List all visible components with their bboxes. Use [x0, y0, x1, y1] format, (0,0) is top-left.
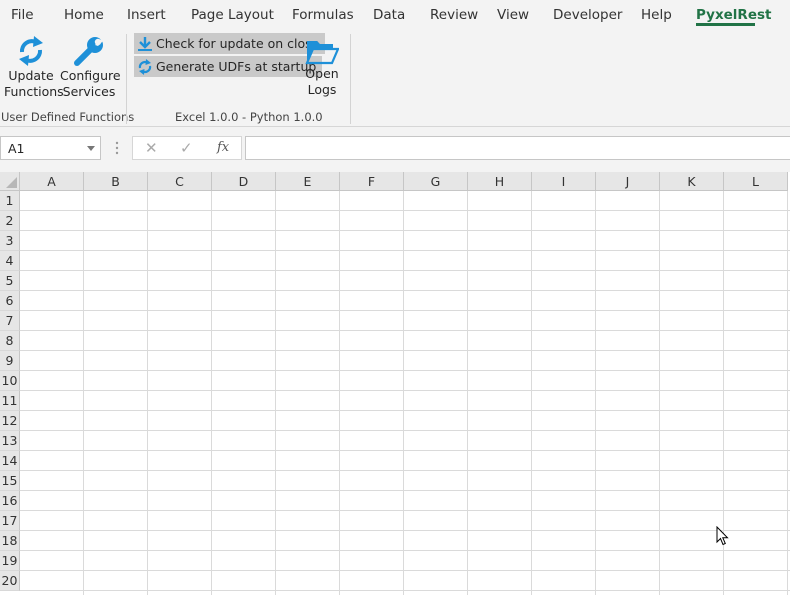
column-header-e[interactable]: E [276, 172, 340, 191]
drag-handle-icon[interactable] [115, 140, 119, 156]
name-box-value: A1 [8, 141, 25, 156]
open-logs-label-2: Logs [307, 82, 337, 97]
column-header-k[interactable]: K [660, 172, 724, 191]
generate-udfs-label: Generate UDFs at startup [156, 59, 317, 74]
row-header[interactable]: 16 [0, 491, 20, 511]
check-update-on-close-button[interactable]: Check for update on close [134, 33, 326, 54]
formula-bar: A1 ✕ ✓ fx [0, 127, 790, 172]
tab-page-layout[interactable]: Page Layout [191, 7, 274, 23]
folder-open-icon [305, 41, 339, 65]
cell-area[interactable] [20, 191, 790, 595]
chevron-down-icon[interactable] [87, 146, 95, 151]
column-header-l[interactable]: L [724, 172, 788, 191]
row-header[interactable]: 5 [0, 271, 20, 291]
row-header[interactable]: 7 [0, 311, 20, 331]
column-header-h[interactable]: H [468, 172, 532, 191]
select-all-corner[interactable] [0, 172, 20, 191]
row-header[interactable]: 19 [0, 551, 20, 571]
download-arrow-icon [138, 36, 152, 51]
open-logs-button[interactable]: Open Logs [302, 36, 342, 98]
tab-formulas[interactable]: Formulas [292, 7, 354, 23]
group-separator [350, 34, 351, 124]
group-label-udf: User Defined Functions [1, 110, 135, 124]
column-header-j[interactable]: J [596, 172, 660, 191]
tab-view[interactable]: View [497, 7, 529, 23]
tab-developer[interactable]: Developer [553, 7, 622, 23]
row-header[interactable]: 13 [0, 431, 20, 451]
row-header[interactable]: 12 [0, 411, 20, 431]
column-header-d[interactable]: D [212, 172, 276, 191]
column-header-c[interactable]: C [148, 172, 212, 191]
column-header-g[interactable]: G [404, 172, 468, 191]
ribbon: Update Functions Configure Services User… [0, 30, 790, 127]
column-header-b[interactable]: B [84, 172, 148, 191]
tab-home[interactable]: Home [64, 7, 104, 23]
update-functions-button[interactable]: Update Functions [4, 34, 64, 100]
column-header-i[interactable]: I [532, 172, 596, 191]
row-header[interactable]: 9 [0, 351, 20, 371]
generate-udfs-at-startup-button[interactable]: Generate UDFs at startup [134, 56, 323, 77]
tab-file[interactable]: File [11, 7, 34, 23]
update-functions-label-2: Functions [4, 84, 64, 99]
active-tab-underline [696, 23, 755, 26]
formula-buttons: ✕ ✓ fx [132, 136, 242, 160]
row-header[interactable]: 11 [0, 391, 20, 411]
row-header[interactable]: 14 [0, 451, 20, 471]
configure-services-button[interactable]: Configure Services [60, 34, 121, 100]
spreadsheet-grid: A B C D E F G H I J K L 1 2 3 4 5 6 7 8 … [0, 172, 790, 595]
refresh-arrows-icon [19, 36, 43, 66]
row-header[interactable]: 10 [0, 371, 20, 391]
row-header[interactable]: 3 [0, 231, 20, 251]
tab-pyxelrest[interactable]: PyxelRest [696, 7, 771, 23]
row-header[interactable]: 8 [0, 331, 20, 351]
row-header[interactable]: 2 [0, 211, 20, 231]
tab-help[interactable]: Help [641, 7, 672, 23]
row-header[interactable]: 6 [0, 291, 20, 311]
insert-function-icon[interactable]: fx [217, 140, 229, 155]
wrench-icon [74, 36, 106, 66]
row-header[interactable]: 1 [0, 191, 20, 211]
update-functions-label-1: Update [8, 68, 54, 83]
open-logs-label-1: Open [305, 66, 339, 81]
column-header-f[interactable]: F [340, 172, 404, 191]
group-separator [126, 34, 127, 124]
configure-services-label-2: Services [62, 84, 116, 99]
cancel-icon[interactable]: ✕ [145, 139, 158, 157]
tab-data[interactable]: Data [373, 7, 405, 23]
formula-input[interactable] [245, 136, 790, 160]
column-header-a[interactable]: A [20, 172, 84, 191]
row-header[interactable]: 20 [0, 571, 20, 591]
mouse-pointer-icon [716, 526, 729, 546]
row-header[interactable]: 15 [0, 471, 20, 491]
ribbon-tab-bar: File Home Insert Page Layout Formulas Da… [0, 0, 790, 30]
row-header[interactable]: 17 [0, 511, 20, 531]
group-label-version: Excel 1.0.0 - Python 1.0.0 [175, 110, 323, 124]
configure-services-label-1: Configure [60, 68, 121, 83]
name-box[interactable]: A1 [0, 136, 101, 160]
enter-check-icon[interactable]: ✓ [180, 139, 193, 157]
row-header[interactable]: 4 [0, 251, 20, 271]
check-update-label: Check for update on close [156, 36, 320, 51]
refresh-arrows-icon [138, 58, 152, 75]
row-header[interactable]: 18 [0, 531, 20, 551]
tab-insert[interactable]: Insert [127, 7, 166, 23]
tab-review[interactable]: Review [430, 7, 478, 23]
